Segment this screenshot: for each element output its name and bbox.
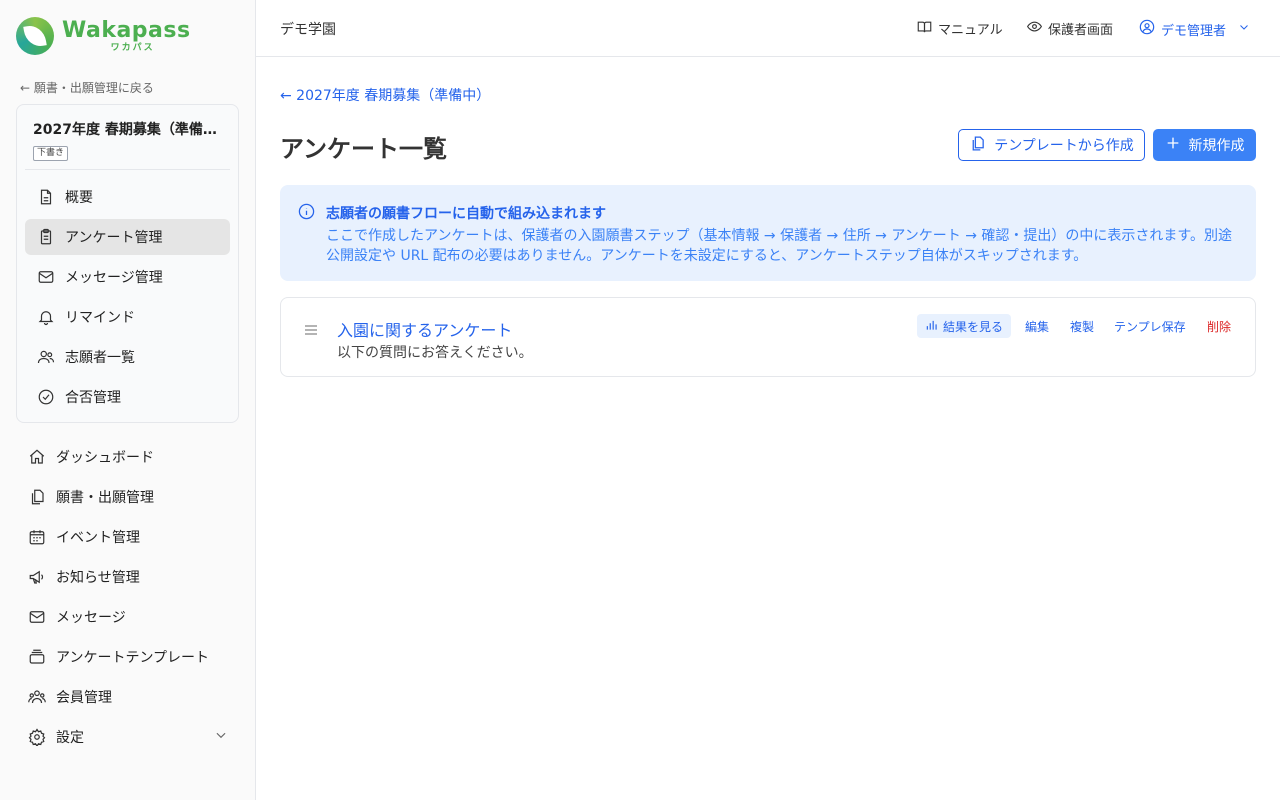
sidebar-item-label: 設定 (56, 730, 84, 746)
info-alert: 志願者の願書フローに自動で組み込まれます ここで作成したアンケートは、保護者の入… (280, 185, 1256, 281)
sidebar-item-applications[interactable]: 願書・出願管理 (28, 482, 228, 512)
stack-icon (28, 648, 46, 666)
mail-icon (28, 608, 46, 626)
brand-kana: ワカパス (110, 43, 155, 53)
sidebar-item-label: お知らせ管理 (56, 570, 140, 586)
brand-logo[interactable]: Wakapass ワカパス (16, 16, 191, 56)
new-survey-button[interactable]: 新規作成 (1153, 129, 1256, 161)
sidebar-item-survey-templates[interactable]: アンケートテンプレート (28, 642, 228, 672)
back-to-applications-link[interactable]: ← 願書・出願管理に戻る (20, 79, 154, 96)
top-header: デモ学園 マニュアル 保護者画面 デモ管理者 (256, 0, 1280, 57)
sidebar-item-dashboard[interactable]: ダッシュボード (28, 442, 228, 472)
sidebar-item-overview[interactable]: 概要 (25, 179, 230, 215)
save-template-button[interactable]: テンプレ保存 (1114, 314, 1186, 338)
survey-card: 入園に関するアンケート 以下の質問にお答えください。 結果を見る 編集 複製 テ… (280, 297, 1256, 377)
sidebar-item-reminders[interactable]: リマインド (25, 299, 230, 335)
files-icon (28, 488, 46, 506)
sidebar-item-announcements[interactable]: お知らせ管理 (28, 562, 228, 592)
book-icon (917, 19, 932, 38)
breadcrumb[interactable]: ← 2027年度 春期募集（準備中） (280, 85, 490, 105)
home-icon (28, 448, 46, 466)
sidebar-item-label: ダッシュボード (56, 450, 154, 466)
status-badge: 下書き (33, 146, 69, 161)
sidebar-item-label: 願書・出願管理 (56, 490, 154, 506)
sidebar-item-events[interactable]: イベント管理 (28, 522, 228, 552)
sidebar-item-label: イベント管理 (56, 530, 140, 546)
view-results-button[interactable]: 結果を見る (917, 314, 1012, 338)
users-icon (37, 348, 55, 366)
sidebar-item-results[interactable]: 合否管理 (25, 379, 230, 415)
new-button-label: 新規作成 (1188, 138, 1245, 154)
campaign-title: 2027年度 春期募集（準備中） (33, 122, 223, 138)
survey-title[interactable]: 入園に関するアンケート (337, 317, 512, 341)
sidebar-item-surveys[interactable]: アンケート管理 (25, 219, 230, 255)
sidebar-item-settings[interactable]: 設定 (28, 722, 228, 752)
gear-icon (28, 728, 46, 746)
group-icon (28, 688, 46, 706)
plus-icon (1165, 135, 1181, 155)
user-circle-icon (1139, 19, 1155, 39)
chevron-down-icon (1238, 21, 1250, 37)
manual-button[interactable]: マニュアル (917, 19, 1003, 38)
sidebar-item-members[interactable]: 会員管理 (28, 682, 228, 712)
edit-button[interactable]: 編集 (1025, 314, 1049, 338)
sidebar-item-message[interactable]: メッセージ (28, 602, 228, 632)
chevron-down-icon[interactable] (214, 728, 228, 746)
eye-icon (1026, 19, 1043, 38)
sidebar-item-label: メッセージ (56, 610, 126, 626)
sidebar-item-applicants[interactable]: 志願者一覧 (25, 339, 230, 375)
school-name: デモ学園 (280, 22, 336, 38)
guardian-view-label: 保護者画面 (1048, 23, 1114, 38)
megaphone-icon (28, 568, 46, 586)
manual-label: マニュアル (938, 23, 1003, 38)
info-body: ここで作成したアンケートは、保護者の入園願書ステップ（基本情報 → 保護者 → … (326, 228, 1232, 264)
sidebar-item-label: 概要 (65, 190, 93, 206)
drag-handle-icon[interactable] (303, 322, 319, 342)
results-label: 結果を見る (943, 319, 1004, 334)
leaf-logo-icon (16, 17, 54, 55)
bar-chart-icon (925, 318, 939, 335)
sidebar-item-label: 合否管理 (65, 390, 121, 406)
create-from-template-button[interactable]: テンプレートから作成 (958, 129, 1145, 161)
info-icon (298, 203, 315, 224)
back-link-label: ← 願書・出願管理に戻る (20, 81, 154, 95)
sidebar-item-label: アンケートテンプレート (56, 650, 210, 666)
sidebar: Wakapass ワカパス ← 願書・出願管理に戻る 2027年度 春期募集（準… (0, 0, 256, 800)
calendar-icon (28, 528, 46, 546)
user-name: デモ管理者 (1161, 23, 1227, 39)
bell-icon (37, 308, 55, 326)
sidebar-item-messages[interactable]: メッセージ管理 (25, 259, 230, 295)
clipboard-icon (37, 228, 55, 246)
guardian-view-button[interactable]: 保護者画面 (1026, 19, 1114, 38)
sidebar-item-label: リマインド (65, 310, 135, 326)
page-title: アンケート一覧 (280, 135, 448, 163)
info-title: 志願者の願書フローに自動で組み込まれます (326, 206, 606, 222)
sidebar-item-label: 志願者一覧 (65, 350, 135, 366)
duplicate-button[interactable]: 複製 (1070, 314, 1094, 338)
document-icon (37, 188, 55, 206)
app-root: Wakapass ワカパス ← 願書・出願管理に戻る 2027年度 春期募集（準… (0, 0, 1280, 800)
brand-name: Wakapass (62, 18, 191, 43)
survey-description: 以下の質問にお答えください。 (337, 345, 533, 361)
sidebar-item-label: アンケート管理 (65, 230, 163, 246)
template-button-label: テンプレートから作成 (994, 138, 1134, 154)
delete-button[interactable]: 削除 (1207, 314, 1231, 338)
copy-icon (969, 135, 986, 156)
check-circle-icon (37, 388, 55, 406)
sidebar-item-label: 会員管理 (56, 690, 112, 706)
user-menu-button[interactable]: デモ管理者 (1139, 19, 1250, 39)
sidebar-item-label: メッセージ管理 (65, 270, 163, 286)
campaign-card: 2027年度 春期募集（準備中） 下書き 概要 アンケート管理 メッセージ管理 (16, 104, 239, 423)
divider (25, 169, 230, 170)
mail-icon (37, 268, 55, 286)
